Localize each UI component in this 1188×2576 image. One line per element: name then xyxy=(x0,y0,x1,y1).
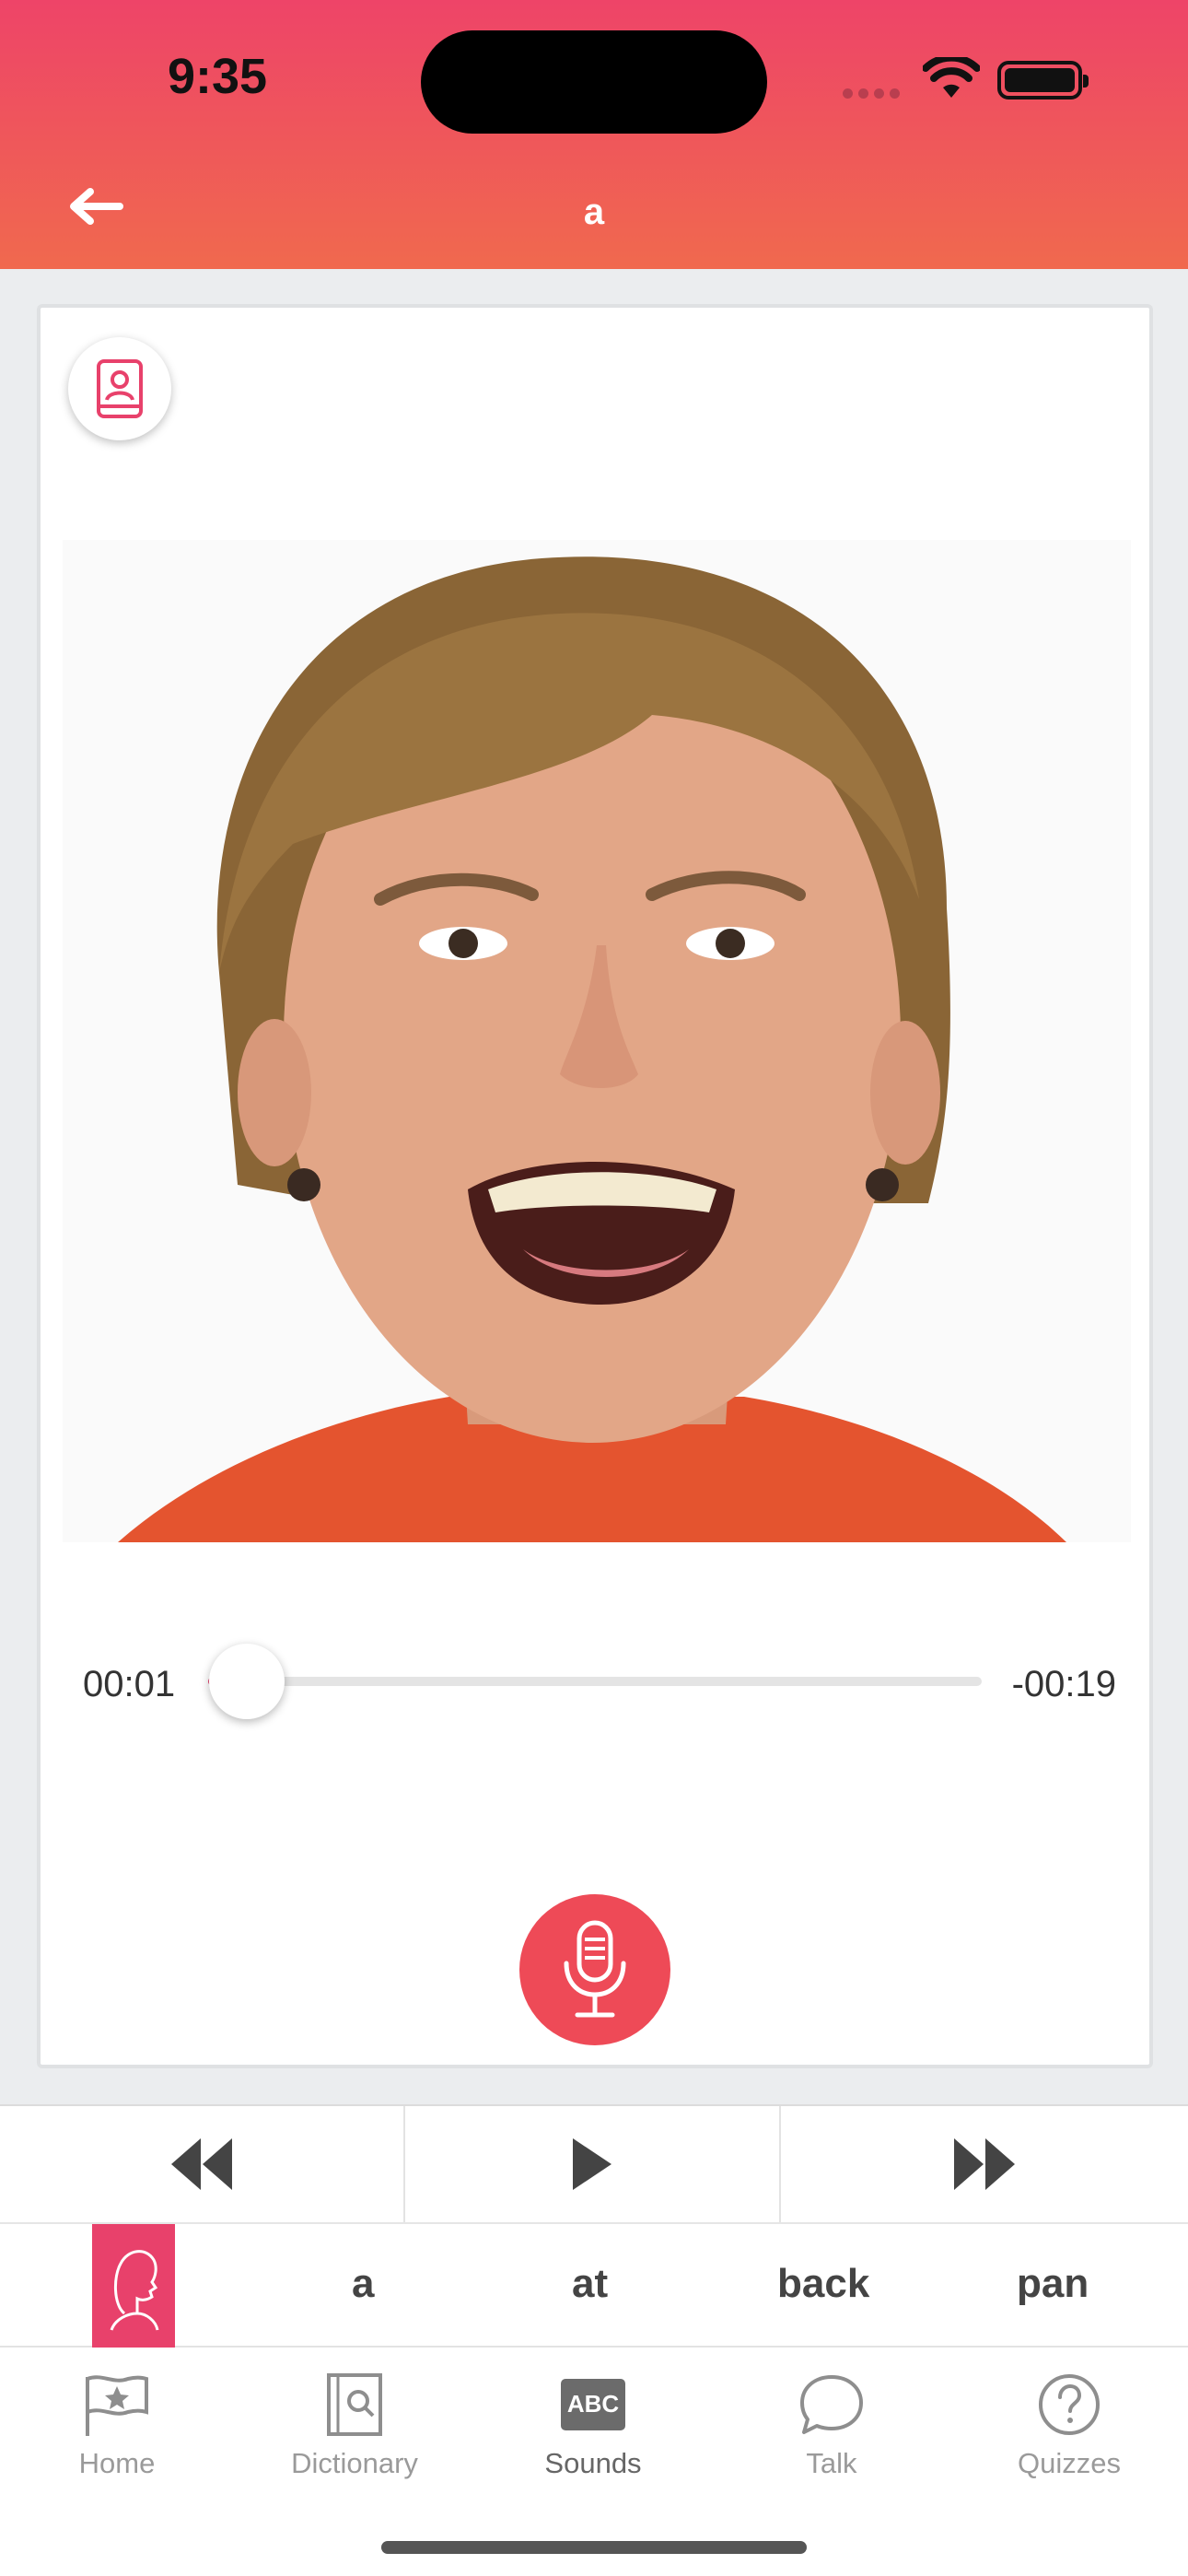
question-circle-icon xyxy=(1039,2374,1100,2435)
word-item[interactable]: at xyxy=(572,2261,608,2307)
dynamic-island xyxy=(421,30,767,134)
fast-forward-button[interactable] xyxy=(781,2106,1188,2222)
time-remaining: -00:19 xyxy=(1011,1664,1116,1704)
time-elapsed: 00:01 xyxy=(83,1664,176,1704)
video-frame[interactable] xyxy=(63,540,1131,1542)
rewind-button[interactable] xyxy=(0,2106,405,2222)
record-button[interactable] xyxy=(519,1894,670,2045)
microphone-icon xyxy=(564,1920,626,2018)
tab-label: Dictionary xyxy=(291,2447,418,2479)
book-search-icon xyxy=(327,2373,382,2436)
playback-slider[interactable] xyxy=(208,1644,982,1719)
rewind-icon xyxy=(171,2138,232,2190)
tab-label: Sounds xyxy=(544,2447,642,2479)
status-time: 9:35 xyxy=(168,49,268,104)
chat-bubble-icon xyxy=(800,2375,863,2434)
tab-sounds[interactable]: ABC Sounds xyxy=(492,2371,694,2480)
flag-star-icon xyxy=(86,2375,148,2436)
tab-talk[interactable]: Talk xyxy=(730,2371,933,2480)
home-indicator xyxy=(381,2541,807,2554)
tab-label: Quizzes xyxy=(1018,2447,1121,2479)
wifi-icon xyxy=(923,57,980,98)
abc-icon: ABC xyxy=(561,2379,625,2430)
word-strip: a at back pan xyxy=(0,2224,1188,2348)
signal-dots-icon xyxy=(843,87,905,103)
tab-label: Talk xyxy=(806,2447,857,2479)
face-profile-icon xyxy=(110,2250,159,2331)
tab-home[interactable]: Home xyxy=(16,2371,218,2480)
word-item[interactable]: a xyxy=(352,2261,374,2307)
tab-label: Home xyxy=(78,2447,156,2479)
contact-card-icon xyxy=(97,359,143,418)
slider-thumb[interactable] xyxy=(209,1644,285,1719)
play-icon xyxy=(573,2138,611,2190)
video-card: 00:01 -00:19 xyxy=(37,304,1153,2068)
speaker-face-image xyxy=(118,556,1066,1542)
page-title: a xyxy=(583,192,605,232)
tab-quizzes[interactable]: Quizzes xyxy=(968,2371,1171,2480)
tab-dictionary[interactable]: Dictionary xyxy=(253,2371,456,2480)
svg-text:ABC: ABC xyxy=(567,2390,620,2418)
profile-button[interactable] xyxy=(68,337,171,440)
play-button[interactable] xyxy=(405,2106,781,2222)
word-item[interactable]: back xyxy=(777,2261,869,2307)
header: 9:35 a xyxy=(0,0,1188,269)
face-tab[interactable] xyxy=(92,2224,175,2348)
fast-forward-icon xyxy=(954,2138,1015,2190)
battery-icon xyxy=(997,61,1089,100)
playback-controls xyxy=(0,2104,1188,2224)
word-item[interactable]: pan xyxy=(1017,2261,1089,2307)
